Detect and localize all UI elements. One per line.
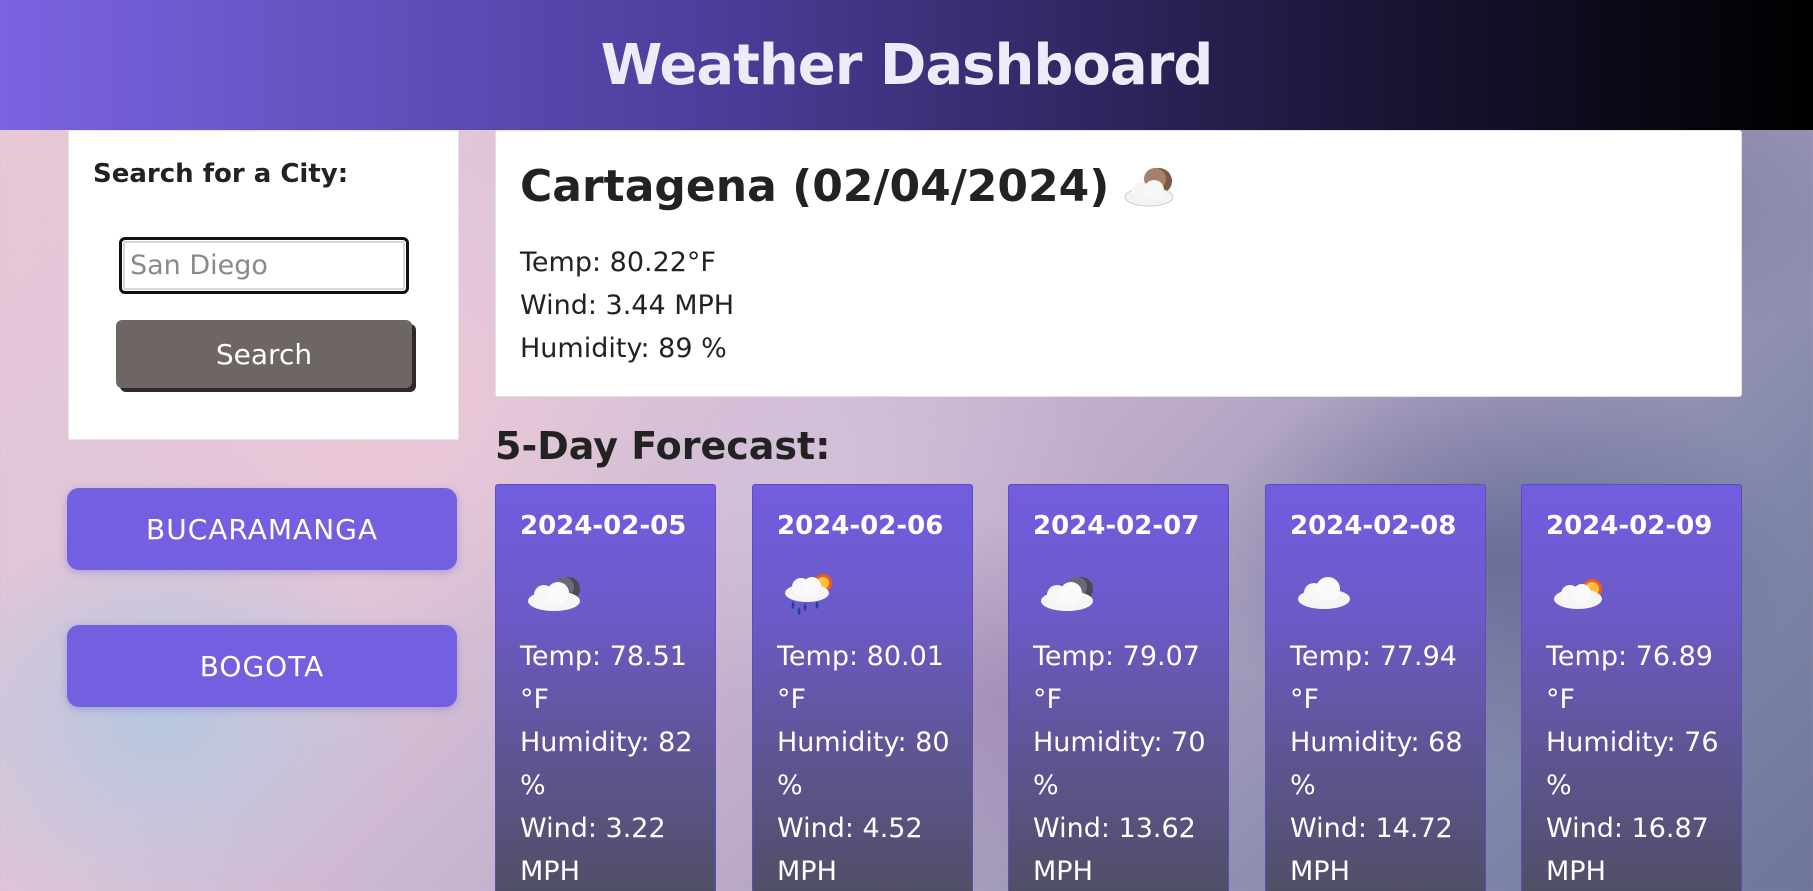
current-city-date: Cartagena (02/04/2024)	[520, 161, 1110, 212]
current-temp: Temp: 80.22°F	[520, 247, 716, 278]
search-button[interactable]: Search	[116, 320, 412, 388]
forecast-card: 2024-02-05 Temp: 78.51 °F Humidity: 82% W…	[495, 484, 716, 891]
forecast-humidity: Humidity: 70%	[1033, 727, 1206, 801]
forecast-date: 2024-02-08	[1290, 511, 1457, 541]
history-city-button[interactable]: BUCARAMANGA	[67, 488, 457, 570]
search-label: Search for a City:	[93, 159, 349, 189]
current-humidity: Humidity: 89 %	[520, 333, 727, 364]
forecast-heading: 5-Day Forecast:	[495, 424, 831, 468]
page-header: Weather Dashboard	[0, 0, 1813, 130]
current-wind: Wind: 3.44 MPH	[520, 290, 735, 321]
forecast-humidity: Humidity: 68%	[1290, 727, 1463, 801]
cloud-moon-icon	[528, 577, 580, 611]
cloud-icon	[1298, 577, 1350, 609]
forecast-date: 2024-02-05	[520, 511, 687, 541]
forecast-humidity: Humidity: 82%	[520, 727, 693, 801]
forecast-humidity: Humidity: 76%	[1546, 727, 1719, 801]
forecast-date: 2024-02-09	[1546, 511, 1713, 541]
forecast-wind: Wind: 13.62 MPH	[1033, 813, 1196, 887]
forecast-temp: Temp: 79.07 °F	[1033, 641, 1200, 715]
forecast-date: 2024-02-07	[1033, 511, 1200, 541]
forecast-date: 2024-02-06	[777, 511, 944, 541]
rain-sun-icon	[785, 574, 832, 615]
forecast-card: 2024-02-09 Temp: 76.89 °F Humidity: 76% W…	[1521, 484, 1742, 891]
history-city-button[interactable]: BOGOTA	[67, 625, 457, 707]
page-title: Weather Dashboard	[600, 32, 1214, 98]
forecast-temp: Temp: 78.51 °F	[520, 641, 687, 715]
forecast-wind: Wind: 4.52 MPH	[777, 813, 923, 887]
forecast-humidity: Humidity: 80%	[777, 727, 950, 801]
city-search-input[interactable]	[119, 237, 409, 294]
cloud-sun-icon	[1554, 579, 1602, 609]
cloud-moon-icon	[1041, 577, 1093, 611]
forecast-temp: Temp: 80.01 °F	[777, 641, 944, 715]
current-weather-panel: Cartagena (02/04/2024) Temp: 80.22°F Win…	[495, 130, 1742, 397]
current-weather-title: Cartagena (02/04/2024)	[520, 161, 1183, 212]
forecast-wind: Wind: 16.87 MPH	[1546, 813, 1709, 887]
forecast-wind: Wind: 14.72 MPH	[1290, 813, 1453, 887]
forecast-temp: Temp: 76.89 °F	[1546, 641, 1713, 715]
cloud-moon-icon	[1124, 167, 1174, 206]
forecast-card: 2024-02-08 Temp: 77.94 °F Humidity: 68% W…	[1265, 484, 1486, 891]
forecast-wind: Wind: 3.22 MPH	[520, 813, 666, 887]
search-panel: Search for a City: Search	[68, 130, 459, 440]
forecast-card: 2024-02-07 Temp: 79.07 °F Humidity: 70% W…	[1008, 484, 1229, 891]
forecast-temp: Temp: 77.94 °F	[1290, 641, 1457, 715]
forecast-card: 2024-02-06 Temp: 80.01 °F Humidity: 80% W…	[752, 484, 973, 891]
